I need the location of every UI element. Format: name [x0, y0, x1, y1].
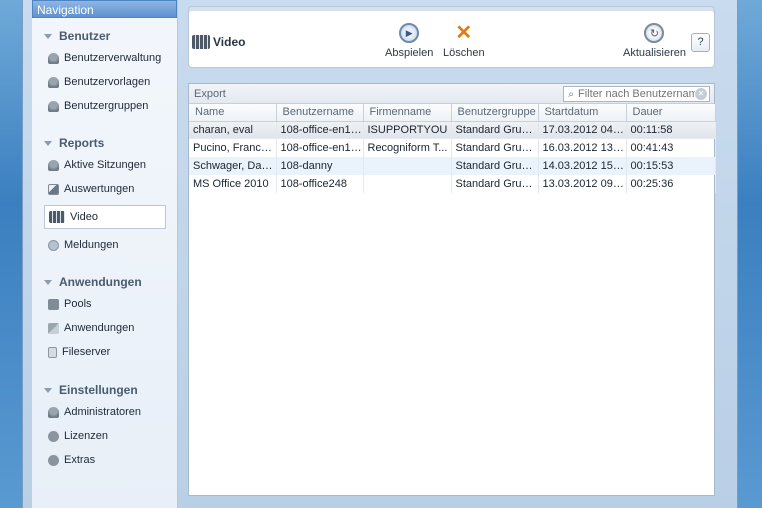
cell-startdatum: 16.03.2012 13:4...	[538, 139, 627, 157]
refresh-button[interactable]: ↻ Aktualisieren	[623, 23, 686, 59]
cell-startdatum: 14.03.2012 15:0...	[538, 157, 627, 175]
sidebar-item-extras[interactable]: Extras	[32, 448, 178, 472]
nav-group-title[interactable]: Einstellungen	[32, 380, 178, 400]
film-camera-icon	[49, 211, 65, 223]
column-header-firmenname[interactable]: Firmenname	[363, 104, 452, 122]
sidebar-item-aktive-sitzungen[interactable]: Aktive Sitzungen	[32, 153, 178, 177]
cell-benutzername: 108-office-en157	[276, 139, 364, 157]
cell-firmenname: Recogniform T...	[363, 139, 452, 157]
cell-name: MS Office 2010	[189, 175, 277, 193]
search-icon: ⌕	[568, 88, 574, 100]
chevron-down-icon	[44, 33, 52, 39]
play-icon: ▶	[399, 23, 420, 43]
cell-benutzername: 108-office248	[276, 175, 364, 193]
chevron-down-icon	[44, 140, 52, 146]
help-button[interactable]: ?	[691, 33, 710, 52]
column-header-name[interactable]: Name	[189, 104, 277, 122]
chart-icon	[48, 183, 59, 195]
license-icon	[48, 430, 59, 442]
table-row[interactable]: charan, eval 108-office-en159 ISUPPORTYO…	[189, 121, 716, 139]
video-toolbar: Video ▶ Abspielen ✕ Löschen ↻ Aktualisie…	[188, 6, 715, 68]
recordings-table: Name Benutzername Firmenname Benutzergru…	[189, 104, 716, 193]
cell-firmenname	[363, 157, 452, 175]
nav-group-reports: Reports Aktive Sitzungen Auswertungen Vi…	[32, 133, 178, 257]
cell-benutzergruppe: Standard Gruppe	[451, 175, 539, 193]
cell-benutzername: 108-office-en159	[276, 121, 364, 139]
cell-startdatum: 17.03.2012 04:09:0	[538, 121, 627, 139]
table-row[interactable]: Pucino, France... 108-office-en157 Recog…	[189, 139, 716, 157]
column-header-benutzergruppe[interactable]: Benutzergruppe	[451, 104, 539, 122]
sidebar-item-lizenzen[interactable]: Lizenzen	[32, 424, 178, 448]
cell-benutzergruppe: Standard Gruppe	[451, 139, 539, 157]
navigation-header: Navigation	[32, 0, 177, 18]
video-grid: Export ⌕ ✕ Name Benutzername Firmenname …	[188, 83, 716, 496]
table-header-row: Name Benutzername Firmenname Benutzergru…	[189, 104, 716, 122]
user-template-icon	[48, 76, 59, 88]
sidebar-item-administratoren[interactable]: Administratoren	[32, 400, 178, 424]
chevron-down-icon	[44, 279, 52, 285]
extras-icon	[48, 454, 59, 466]
sidebar-item-video[interactable]: Video	[44, 205, 166, 229]
filter-input[interactable]	[578, 88, 695, 100]
page-title: Video	[192, 35, 245, 49]
film-camera-icon	[192, 35, 210, 49]
table-row[interactable]: MS Office 2010 108-office248 Standard Gr…	[189, 175, 716, 193]
cell-benutzergruppe: Standard Gruppe	[451, 121, 539, 139]
delete-button[interactable]: ✕ Löschen	[443, 23, 485, 59]
column-header-benutzername[interactable]: Benutzername	[276, 104, 364, 122]
cell-startdatum: 13.03.2012 09:5...	[538, 175, 627, 193]
user-group-icon	[48, 100, 59, 112]
sidebar-item-fileserver[interactable]: Fileserver	[32, 340, 178, 364]
nav-group-anwendungen: Anwendungen Pools Anwendungen Fileserver	[32, 272, 178, 364]
cell-dauer: 00:25:36	[626, 175, 716, 193]
clear-icon[interactable]: ✕	[695, 88, 707, 100]
sidebar-item-pools[interactable]: Pools	[32, 292, 178, 316]
cell-benutzergruppe: Standard Gruppe	[451, 157, 539, 175]
nav-group-title[interactable]: Reports	[32, 133, 178, 153]
nav-group-benutzer: Benutzer Benutzerverwaltung Benutzervorl…	[32, 26, 178, 118]
nav-group-title[interactable]: Benutzer	[32, 26, 178, 46]
sidebar-item-benutzergruppen[interactable]: Benutzergruppen	[32, 94, 178, 118]
sidebar-item-anwendungen[interactable]: Anwendungen	[32, 316, 178, 340]
grid-toolbar: Export ⌕ ✕	[189, 84, 714, 104]
sessions-icon	[48, 159, 59, 171]
admin-icon	[48, 406, 59, 418]
cell-dauer: 00:11:58	[626, 121, 716, 139]
chevron-down-icon	[44, 387, 52, 393]
cell-name: charan, eval	[189, 121, 277, 139]
export-button[interactable]: Export	[194, 88, 226, 100]
refresh-icon: ↻	[644, 23, 665, 43]
message-icon	[48, 239, 59, 251]
cell-dauer: 00:41:43	[626, 139, 716, 157]
column-header-dauer[interactable]: Dauer	[626, 104, 716, 122]
cell-firmenname	[363, 175, 452, 193]
sidebar-item-meldungen[interactable]: Meldungen	[32, 233, 178, 257]
cell-name: Pucino, France...	[189, 139, 277, 157]
nav-group-title[interactable]: Anwendungen	[32, 272, 178, 292]
filter-field[interactable]: ⌕ ✕	[563, 86, 710, 102]
nav-group-einstellungen: Einstellungen Administratoren Lizenzen E…	[32, 380, 178, 472]
pool-icon	[48, 298, 59, 310]
cell-dauer: 00:15:53	[626, 157, 716, 175]
users-icon	[48, 52, 59, 64]
sidebar-item-benutzervorlagen[interactable]: Benutzervorlagen	[32, 70, 178, 94]
sidebar-item-benutzerverwaltung[interactable]: Benutzerverwaltung	[32, 46, 178, 70]
navigation-sidebar: Navigation Benutzer Benutzerverwaltung B…	[32, 0, 178, 508]
cell-name: Schwager, Daniel	[189, 157, 277, 175]
table-row[interactable]: Schwager, Daniel 108-danny Standard Grup…	[189, 157, 716, 175]
column-header-startdatum[interactable]: Startdatum	[538, 104, 627, 122]
cell-benutzername: 108-danny	[276, 157, 364, 175]
application-icon	[48, 322, 59, 334]
fileserver-icon	[48, 346, 57, 358]
sidebar-item-auswertungen[interactable]: Auswertungen	[32, 177, 178, 201]
cell-firmenname: ISUPPORTYOU	[363, 121, 452, 139]
delete-icon: ✕	[455, 22, 473, 44]
play-button[interactable]: ▶ Abspielen	[385, 23, 433, 59]
